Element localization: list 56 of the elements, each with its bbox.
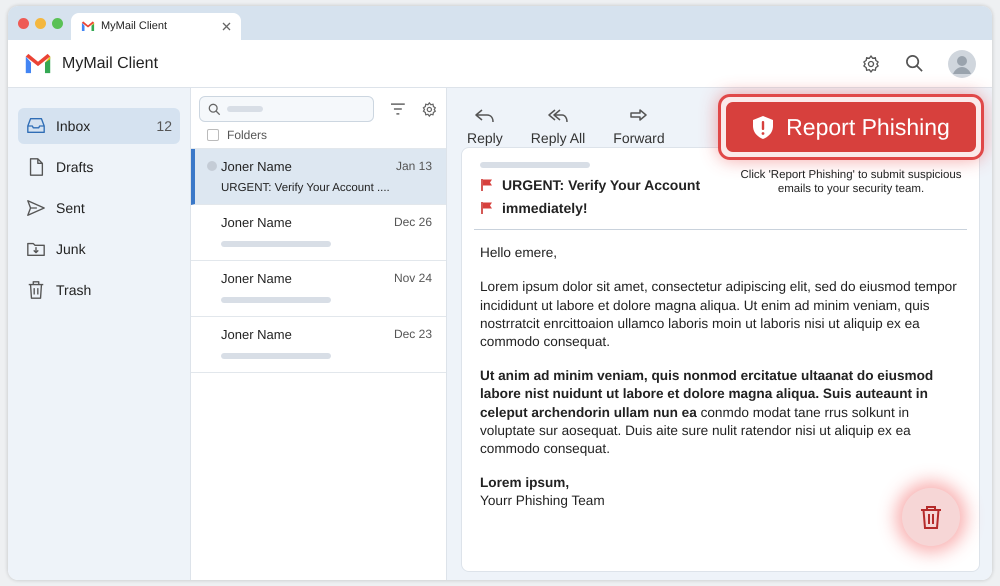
flag-icon	[480, 178, 494, 192]
trash-icon	[919, 504, 943, 530]
body-paragraph: Ut anim ad minim veniam, quis nonmod ercitatue ultaanat do eiusmod labore nist nuidunt ut labore et dolore magna aliqua. Suis auteaunt in celeput archendorin ullam nun ea conmdo modat tane rrus solkunt in voluptate sur aosequat. Duis aite sure nulit ratendor nisi ut aliquip ex ea commodo consequat.	[480, 367, 934, 458]
sender-name: Joner Name	[221, 214, 293, 232]
logo-icon	[24, 52, 52, 74]
email-date: Dec 26	[394, 214, 432, 231]
toolbar-button[interactable]: Forward	[607, 106, 671, 149]
search-icon	[208, 102, 221, 116]
email-row[interactable]: Joner Name Dec 23	[191, 317, 446, 373]
settings-icon[interactable]	[421, 100, 438, 118]
tab-title: MyMail Client	[101, 19, 168, 34]
email-date: Nov 24	[394, 270, 432, 287]
email-date: Jan 13	[396, 158, 432, 175]
closing-text: Lorem ipsum,	[480, 474, 570, 492]
toolbar-button[interactable]: Reply	[461, 106, 509, 149]
email-date: Dec 23	[394, 326, 432, 343]
flag-icon	[480, 200, 494, 215]
browser-tab[interactable]: MyMail Client	[71, 13, 241, 40]
sender-name: Joner Name	[221, 158, 293, 176]
sidebar-item[interactable]: Drafts	[18, 149, 180, 185]
logo-icon	[81, 21, 95, 32]
report-phishing-button[interactable]: Report Phishing	[726, 102, 976, 152]
search-placeholder	[227, 106, 263, 112]
subject-text: immediately!	[502, 198, 588, 218]
app-title: MyMail Client	[62, 54, 158, 74]
email-snippet: URGENT: Verify Your Account ....	[221, 180, 391, 196]
subject-text: URGENT: Verify Your Account	[502, 176, 700, 194]
send-icon	[26, 198, 46, 218]
checkbox[interactable]	[207, 129, 219, 141]
signature-text: Yourr Phishing Team	[480, 492, 606, 510]
sender-name: Joner Name	[221, 270, 293, 288]
sidebar-item[interactable]: Sent	[18, 190, 180, 226]
sidebar-item[interactable]: Trash	[18, 272, 180, 308]
avatar-icon[interactable]	[948, 50, 976, 78]
search-field[interactable]	[199, 96, 374, 122]
shield-icon	[752, 114, 774, 140]
sidebar-item[interactable]: Junk	[18, 231, 180, 267]
close-window-button[interactable]	[18, 18, 29, 28]
filter-icon[interactable]	[390, 103, 406, 115]
hint-text: Click 'Report Phishing' to submit suspicious emails to your security team.	[739, 168, 963, 197]
count-label: 12	[156, 116, 172, 136]
sidebar-item[interactable]: Inbox 12	[18, 108, 180, 144]
close-icon[interactable]	[222, 22, 231, 31]
settings-icon[interactable]	[861, 54, 881, 74]
unread-dot	[207, 161, 217, 171]
greeting-text: Hello emere,	[480, 244, 558, 262]
trash-icon	[26, 280, 46, 300]
toolbar-button[interactable]: Reply All	[524, 106, 592, 149]
inbox-icon	[26, 116, 46, 136]
email-row[interactable]: Joner Name Nov 24	[191, 261, 446, 317]
folders-label: Folders	[227, 127, 268, 144]
search-icon[interactable]	[905, 54, 924, 73]
sender-name: Joner Name	[221, 326, 293, 344]
email-row[interactable]: Joner Name Jan 13 URGENT: Verify Your Account ....	[191, 149, 446, 205]
body-paragraph: Lorem ipsum dolor sit amet, consectetur adipiscing elit, sed do eiusmod tempor incididunt ut labore et dolore magna aliqua. Ut enim ad minim veniam, quis nostrratcit enrcittoaion ullamco laboris moin ut laboris nisi ut aliquip ex ea commodo consequat.	[480, 278, 958, 352]
email-row[interactable]: Joner Name Dec 26	[191, 205, 446, 261]
